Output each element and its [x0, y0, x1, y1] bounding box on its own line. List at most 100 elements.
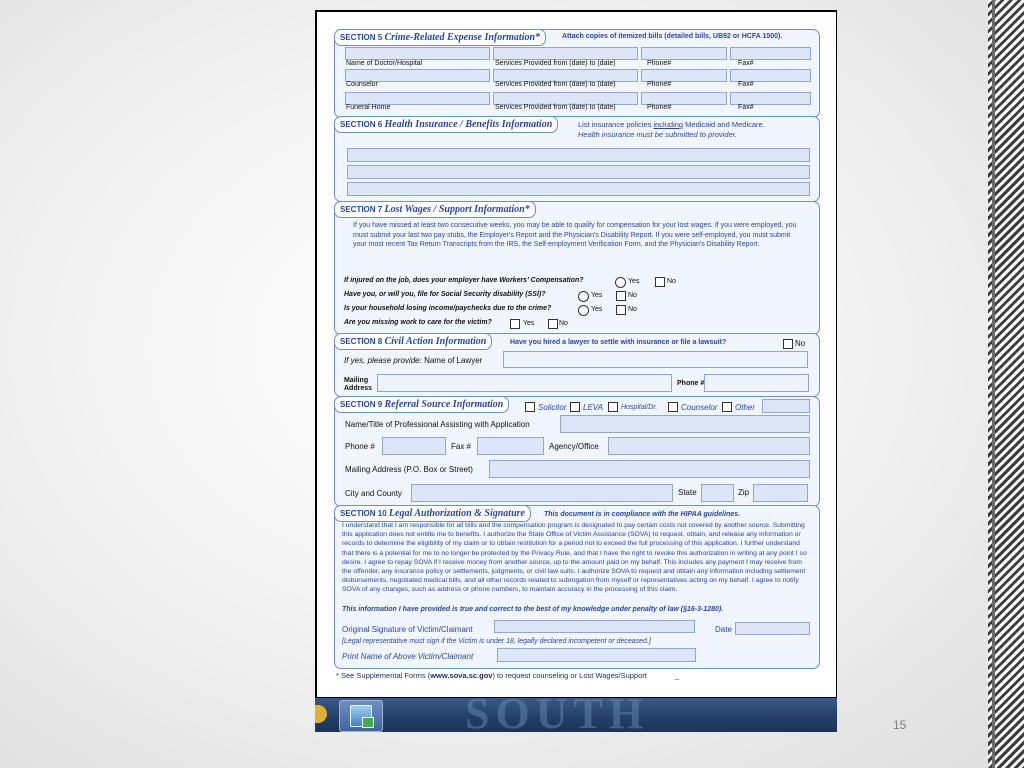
mailing-address-label: Mailing Address [344, 377, 373, 392]
insurance-policy-field-1[interactable] [347, 148, 810, 162]
referral-phone-field[interactable] [382, 437, 446, 455]
section-5-crime-expenses: SECTION 5 Crime-Related Expense Informat… [334, 29, 820, 118]
solicitor-label: Solicitor [538, 403, 567, 412]
if-yes-label: If yes, please provide: Name of Lawyer [344, 356, 483, 365]
referral-fax-field[interactable] [477, 437, 544, 455]
counselor-name-label: Counselor [346, 81, 378, 88]
doctor-services-label: Services Provided from (date) to (date) [495, 60, 616, 67]
lawyer-mailing-address-field[interactable] [377, 374, 672, 392]
referral-mailing-address-field[interactable] [489, 460, 810, 478]
doctor-fax-label: Fax# [738, 60, 754, 67]
section-7-instructions: If you have missed at least two consecut… [353, 222, 797, 248]
state-field[interactable] [701, 484, 734, 502]
lawyer-phone-label: Phone # [677, 380, 705, 387]
leva-checkbox[interactable] [570, 402, 580, 412]
taskbar-app-icon-partial[interactable] [315, 705, 327, 723]
agency-office-label: Agency/Office [549, 442, 599, 451]
authorization-paragraph: I understand that I am responsible for a… [342, 522, 807, 594]
windows-taskbar: SOUTH [315, 698, 837, 732]
print-name-field[interactable] [497, 648, 696, 662]
question-ssi: Have you, or will you, file for Social S… [344, 291, 546, 298]
section-6-header: SECTION 6 Health Insurance / Benefits In… [334, 116, 559, 133]
lawyer-question: Have you hired a lawyer to settle with i… [510, 339, 727, 346]
doctor-name-label: Name of Doctor/Hospital [346, 60, 423, 67]
zip-field[interactable] [753, 484, 808, 502]
ssi-yes-label: Yes [591, 292, 603, 299]
section-6-health-insurance: SECTION 6 Health Insurance / Benefits In… [334, 116, 820, 202]
taskbar-background-watermark: SOUTH [465, 698, 650, 732]
lawyer-phone-field[interactable] [704, 374, 809, 392]
workers-comp-yes-label: Yes [628, 278, 640, 285]
lawyer-name-field[interactable] [503, 351, 808, 368]
section-6-note-2: Health insurance must be submitted to pr… [578, 130, 737, 139]
sova-website-link[interactable]: www.sova.sc.gov [430, 671, 492, 680]
hospital-checkbox[interactable] [608, 402, 618, 412]
funeral-phone-label: Phone# [647, 104, 672, 111]
section-9-header: SECTION 9 Referral Source Information [334, 396, 510, 413]
question-household-income: Is your household losing income/paycheck… [344, 305, 552, 312]
section-7-lost-wages: SECTION 7 Lost Wages / Support Informati… [334, 201, 820, 335]
referral-phone-label: Phone # [345, 442, 375, 451]
referral-fax-label: Fax # [451, 442, 472, 451]
date-field[interactable] [735, 622, 810, 635]
section-8-header: SECTION 8 Civil Action Information [334, 333, 493, 350]
doctor-fax-field[interactable] [730, 47, 811, 60]
funeral-name-label: Funeral Home [346, 104, 391, 111]
lawyer-no-checkbox[interactable] [783, 339, 793, 349]
section-10-header: SECTION 10 Legal Authorization & Signatu… [334, 505, 531, 522]
other-label: Other [735, 403, 756, 412]
agency-office-field[interactable] [608, 437, 810, 455]
sova-application-form: SECTION 5 Crime-Related Expense Informat… [317, 12, 836, 697]
insurance-policy-field-3[interactable] [347, 182, 810, 196]
section-5-note: Attach copies of itemized bills (detaile… [562, 33, 783, 40]
missing-work-no-label: No [559, 320, 568, 327]
professional-name-label: Name/Title of Professional Assisting wit… [345, 420, 530, 429]
household-income-yes-label: Yes [591, 306, 603, 313]
ssi-no-checkbox[interactable] [616, 291, 626, 301]
state-label: State [678, 488, 697, 497]
workers-comp-yes-radio[interactable] [615, 277, 626, 288]
funeral-services-label: Services Provided from (date) to (date) [495, 104, 616, 111]
household-income-no-checkbox[interactable] [616, 305, 626, 315]
counselor-checkbox[interactable] [668, 402, 678, 412]
document-app-badge-icon [362, 717, 374, 728]
leva-label: LEVA [583, 403, 604, 412]
professional-name-field[interactable] [560, 415, 810, 433]
decorative-divider-line [992, 0, 995, 768]
city-county-field[interactable] [411, 484, 673, 502]
household-income-yes-radio[interactable] [578, 305, 589, 316]
lawyer-no-label: No [795, 339, 806, 348]
taskbar-document-button[interactable] [339, 700, 383, 732]
other-field[interactable] [762, 399, 810, 413]
section-9-referral-source: SECTION 9 Referral Source Information So… [334, 396, 820, 507]
doctor-phone-field[interactable] [641, 47, 727, 60]
counselor-phone-label: Phone# [647, 81, 672, 88]
ssi-yes-radio[interactable] [578, 291, 589, 302]
hospital-label: Hospital/Dr. [621, 404, 658, 411]
doctor-phone-label: Phone# [647, 60, 672, 67]
form-screenshot: SECTION 5 Crime-Related Expense Informat… [315, 10, 837, 732]
solicitor-checkbox[interactable] [525, 402, 535, 412]
counselor-label: Counselor [681, 403, 718, 412]
signature-label: Original Signature of Victim/Claimant [342, 625, 473, 634]
slide-page-number: 15 [893, 718, 907, 732]
true-statement: This information I have provided is true… [342, 606, 724, 613]
city-county-label: City and County [345, 489, 402, 498]
counselor-services-label: Services Provided from (date) to (date) [495, 81, 616, 88]
missing-work-yes-checkbox[interactable] [510, 319, 520, 329]
doctor-name-field[interactable] [345, 47, 490, 60]
date-label: Date [715, 625, 732, 634]
section-8-civil-action: SECTION 8 Civil Action Information Have … [334, 333, 820, 397]
other-checkbox[interactable] [722, 402, 732, 412]
signature-field[interactable] [494, 620, 695, 633]
question-missing-work: Are you missing work to care for the vic… [344, 319, 492, 326]
household-income-no-label: No [628, 306, 637, 313]
supplemental-forms-footnote: * See Supplemental Forms (www.sova.sc.go… [336, 671, 680, 680]
hipaa-note: This document is in compliance with the … [544, 511, 741, 518]
workers-comp-no-checkbox[interactable] [655, 277, 665, 287]
doctor-services-field[interactable] [493, 47, 638, 60]
insurance-policy-field-2[interactable] [347, 165, 810, 179]
missing-work-no-checkbox[interactable] [548, 319, 558, 329]
section-5-header: SECTION 5 Crime-Related Expense Informat… [334, 29, 547, 46]
section-7-header: SECTION 7 Lost Wages / Support Informati… [334, 201, 536, 218]
